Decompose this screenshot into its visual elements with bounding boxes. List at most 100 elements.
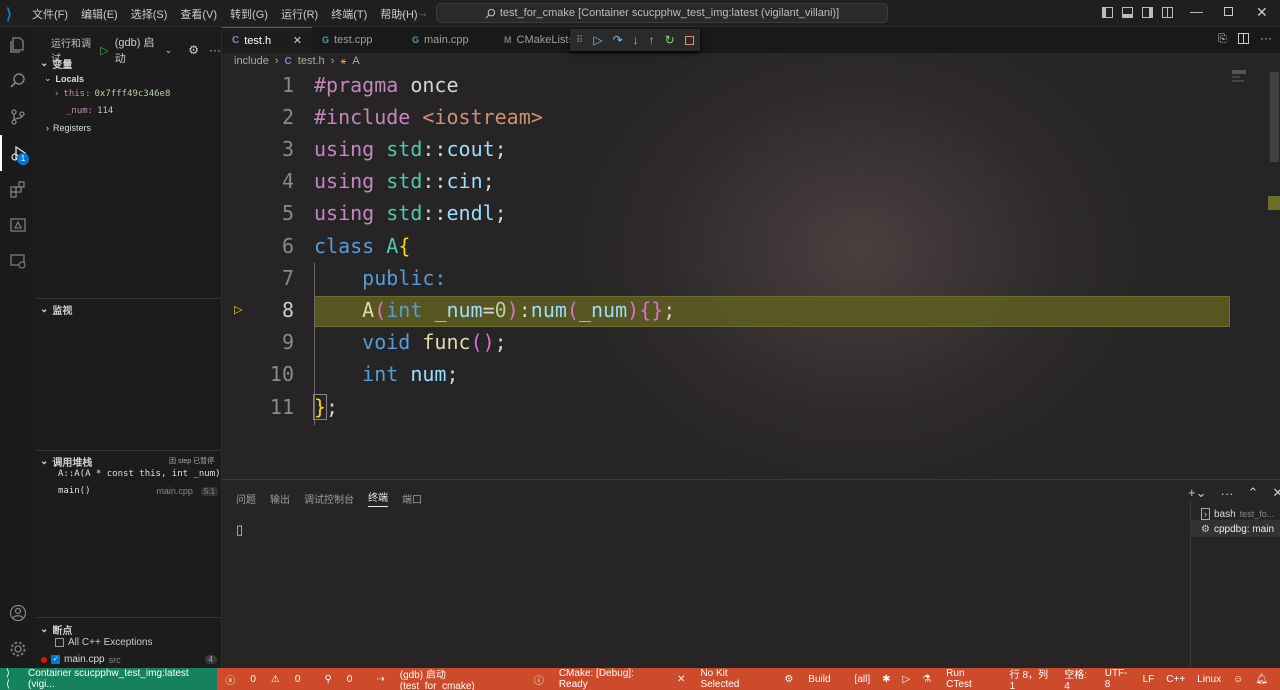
close-window-icon[interactable]: ✕ (1256, 4, 1268, 21)
watch-section-header[interactable]: ⌄ 监视 (40, 302, 72, 317)
cmake-status[interactable]: ⓘ CMake: [Debug]: Ready (534, 668, 665, 690)
more-actions-icon[interactable]: ··· (209, 43, 221, 57)
tab-ports[interactable]: 端口 (402, 491, 422, 506)
watch-title: 监视 (52, 306, 73, 317)
line-ending[interactable]: LF (1143, 674, 1155, 685)
close-panel-icon[interactable]: ✕ (1272, 485, 1280, 501)
code-line: using std::cin; (314, 169, 495, 193)
registers-scope[interactable]: › Registers (46, 123, 91, 133)
account-icon[interactable] (0, 595, 36, 631)
maximize-panel-icon[interactable]: ⌃ (1247, 485, 1258, 501)
menu-selection[interactable]: 选择(S) (131, 6, 168, 22)
breakpoint-exceptions[interactable]: All C++ Exceptions (55, 637, 153, 648)
toggle-secondary-sidebar-icon[interactable] (1142, 7, 1153, 18)
breadcrumb-file[interactable]: test.h (298, 55, 325, 67)
remote-indicator[interactable]: ⟩⟨ Container scucpphw_test_img:latest (vi… (0, 668, 218, 690)
breakpoint-checkbox[interactable] (55, 638, 64, 647)
forward-arrow-icon[interactable]: → (416, 5, 429, 20)
terminal-label: cppdbg: main (1213, 524, 1275, 535)
tab-problems[interactable]: 问题 (236, 491, 256, 506)
restart-icon[interactable]: ↻ (665, 33, 675, 47)
menu-run[interactable]: 运行(R) (281, 6, 318, 22)
remote-explorer-icon[interactable] (0, 243, 36, 279)
debug-config-select[interactable]: (gdb) 启动 (115, 34, 159, 66)
callstack-section-header[interactable]: ⌄ 调用堆栈 (40, 454, 92, 469)
language-mode[interactable]: C++ (1166, 674, 1185, 685)
debug-target-icon[interactable]: ✱ (882, 674, 890, 685)
toggle-panel-icon[interactable] (1122, 7, 1133, 18)
breadcrumb-symbol[interactable]: A (352, 55, 359, 67)
more-actions-icon[interactable]: ··· (1220, 486, 1233, 501)
chevron-down-icon[interactable]: ⌄ (165, 45, 173, 56)
breadcrumb-folder[interactable]: include (234, 55, 269, 67)
tab-terminal[interactable]: 终端 (368, 489, 388, 507)
tab-output[interactable]: 输出 (270, 491, 290, 506)
menu-file[interactable]: 文件(F) (32, 6, 68, 22)
breakpoint-checkbox[interactable]: ✓ (51, 655, 60, 664)
breakpoints-section-header[interactable]: ⌄ 断点 (40, 622, 72, 637)
compare-icon[interactable]: ⎘ (1218, 33, 1227, 46)
debug-settings-gear-icon[interactable]: ⚙ (188, 43, 199, 57)
continue-icon[interactable]: ▷ (593, 33, 602, 47)
stack-frame[interactable]: A::A(A * const this, int _num) (58, 469, 221, 479)
new-terminal-icon[interactable]: +⌄ (1188, 485, 1206, 501)
terminal-item-cppdbg[interactable]: ⚙ cppdbg: main (1191, 520, 1280, 537)
breakpoint-main-cpp[interactable]: ✓ main.cpp src 4 (41, 654, 217, 665)
locals-scope[interactable]: ⌄ Locals (44, 73, 84, 84)
ports-indicator[interactable]: ⚲ 0 (324, 674, 364, 685)
step-out-icon[interactable]: ↑ (649, 33, 655, 47)
feedback-icon[interactable]: ☺ (1233, 674, 1243, 685)
explorer-icon[interactable] (0, 27, 36, 63)
editor-scrollbar[interactable] (1268, 68, 1280, 478)
back-arrow-icon[interactable]: ← (395, 5, 408, 20)
problems-indicator[interactable]: ⓧ 0 ⚠ 0 (225, 672, 312, 687)
build-target[interactable]: [all] (855, 674, 871, 685)
encoding[interactable]: UTF-8 (1105, 668, 1131, 690)
tab-test-h[interactable]: C test.h ✕ (222, 27, 312, 53)
command-center[interactable]: test_for_cmake [Container scucpphw_test_… (436, 3, 888, 23)
extensions-icon[interactable] (0, 171, 36, 207)
manage-gear-icon[interactable] (0, 631, 36, 667)
terminal-item-bash[interactable]: › bash test_fo... (1191, 500, 1280, 520)
variables-section-header[interactable]: ⌄ 变量 (40, 56, 72, 71)
variable-num[interactable]: _num: 114 (66, 106, 113, 116)
menu-edit[interactable]: 编辑(E) (81, 6, 118, 22)
step-over-icon[interactable]: ↷ (613, 33, 623, 47)
close-tab-icon[interactable]: ✕ (293, 34, 302, 47)
maximize-icon[interactable] (1224, 7, 1233, 16)
menu-view[interactable]: 查看(V) (180, 6, 217, 22)
build-button[interactable]: ⚙ Build (784, 674, 842, 685)
search-icon[interactable] (0, 63, 36, 99)
tab-main-cpp[interactable]: G main.cpp (402, 27, 494, 53)
more-actions-icon[interactable]: ··· (1260, 31, 1272, 45)
kit-status[interactable]: ✕ No Kit Selected (677, 668, 772, 690)
minimize-icon[interactable]: — (1190, 4, 1203, 19)
menu-terminal[interactable]: 终端(T) (331, 6, 367, 22)
variable-this[interactable]: › this: 0x7fff49c346e8 (54, 89, 170, 99)
frame-position: 5:1 (200, 486, 218, 496)
split-editor-icon[interactable] (1238, 33, 1249, 44)
run-target-icon[interactable]: ▷ (903, 674, 911, 685)
ctest-button[interactable]: ⚗ Run CTest (922, 668, 997, 690)
customize-layout-icon[interactable] (1162, 7, 1173, 18)
tab-test-cpp[interactable]: G test.cpp (312, 27, 402, 53)
run-debug-icon[interactable]: 1 (0, 135, 36, 171)
source-control-icon[interactable] (0, 99, 36, 135)
step-into-icon[interactable]: ↓ (633, 33, 639, 47)
os-indicator[interactable]: Linux (1197, 674, 1221, 685)
tab-cmakelists[interactable]: M CMakeLists (494, 27, 574, 53)
toggle-sidebar-icon[interactable] (1102, 7, 1113, 18)
debug-config-status[interactable]: ⇢ (gdb) 启动 (test_for_cmake) (376, 666, 521, 690)
menu-go[interactable]: 转到(G) (230, 6, 268, 22)
stop-icon[interactable] (684, 35, 694, 45)
indentation[interactable]: 空格: 4 (1064, 666, 1092, 690)
bell-icon[interactable]: 🔔︎ (1255, 674, 1268, 685)
tab-debug-console[interactable]: 调试控制台 (304, 491, 354, 506)
stack-frame[interactable]: main() main.cpp 5:1 (58, 486, 218, 496)
cursor-position[interactable]: 行 8，列 1 (1010, 666, 1053, 690)
start-debug-icon[interactable]: ▷ (100, 44, 108, 57)
cmake-icon[interactable] (0, 207, 36, 243)
drag-handle-icon[interactable]: ⠿ (576, 35, 583, 46)
terminal-cursor[interactable]: ▯ (236, 522, 243, 538)
breakpoint-dot-icon (41, 656, 47, 663)
